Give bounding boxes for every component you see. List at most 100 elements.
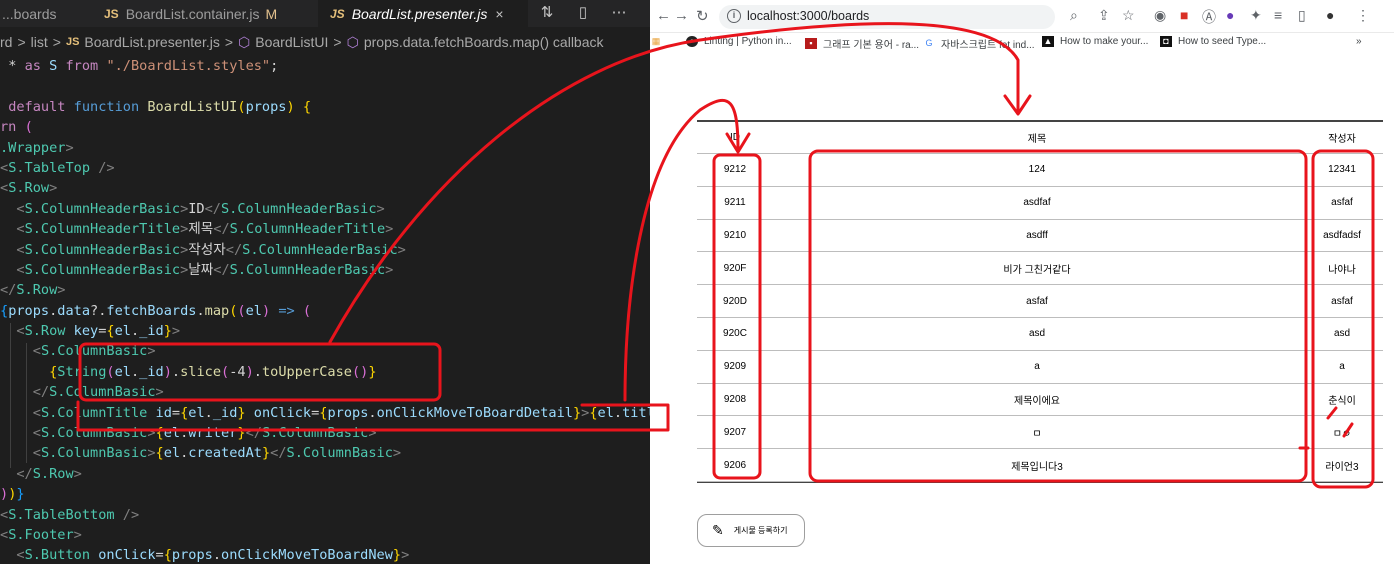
row-title[interactable]: asd — [773, 318, 1301, 350]
row-id: 9207 — [723, 426, 747, 438]
bookmark-item[interactable]: ◘ How to seed Type... — [1160, 36, 1266, 47]
code-line: <S.ColumnBasic>{el.createdAt}</S.ColumnB… — [32, 445, 402, 462]
browser-menu-icon[interactable]: ⋮ — [1356, 7, 1370, 24]
js-file-icon: JS — [330, 6, 345, 21]
row-title[interactable]: 제목입니다3 — [773, 449, 1301, 481]
address-bar[interactable]: i localhost:3000/boards — [719, 5, 1055, 29]
row-id: 920C — [723, 328, 747, 340]
table-row: 9208 제목이에요 춘식이 — [697, 384, 1383, 417]
row-title[interactable]: asdff — [773, 220, 1301, 252]
bookmark-item[interactable]: G 자바스크립트 fet ind... — [923, 36, 1034, 51]
row-title[interactable]: 124 — [773, 154, 1301, 186]
code-line: <S.ColumnTitle id={el._id} onClick={prop… — [32, 404, 650, 421]
row-id: 9211 — [724, 197, 746, 209]
row-writer: 라이언3 — [1325, 461, 1359, 473]
back-icon[interactable]: ← — [656, 7, 671, 24]
tab-boards[interactable]: ...boards — [0, 0, 92, 27]
table-header-row: ID 제목 작성자 — [697, 120, 1383, 154]
bookmark-item[interactable]: ▪ 그래프 기본 용어 - ra... — [805, 36, 919, 51]
code-line: </S.Row> — [16, 465, 82, 482]
bookmark-item[interactable]: ▲ How to make your... — [1042, 36, 1148, 47]
breadcrumb-separator: > — [333, 34, 342, 50]
extension-red-icon[interactable]: ■ — [1180, 7, 1188, 23]
tab-boardlist-container[interactable]: JS BoardList.container.js M — [94, 0, 316, 27]
breadcrumb-symbol[interactable]: BoardListUI — [255, 34, 328, 50]
more-actions-icon[interactable]: ⋯ — [608, 2, 630, 24]
table-row: 9207 ㅁ ㅁㅇ — [697, 416, 1383, 450]
code-line: </S.Row> — [0, 282, 66, 299]
site-info-icon[interactable]: i — [727, 9, 741, 23]
code-line: <S.Button onClick={props.onClickMoveToBo… — [16, 547, 410, 564]
code-view[interactable]: * as S from "./BoardList.styles"; defaul… — [0, 56, 650, 564]
code-line: <S.Row> — [0, 180, 58, 197]
breadcrumb-separator: > — [224, 34, 234, 50]
row-id: 9212 — [723, 164, 747, 176]
column-header-id: ID — [730, 132, 740, 143]
breadcrumb-folder[interactable]: list — [31, 34, 48, 50]
table-row: 9206 제목입니다3 라이언3 — [697, 449, 1383, 482]
table-row: 9210 asdff asdfadsf — [697, 220, 1383, 253]
code-line: ))} — [0, 486, 25, 503]
write-post-button[interactable]: ✎ 게시물 등록하기 — [697, 514, 805, 547]
split-editor-icon[interactable]: ▯ — [572, 2, 594, 24]
reload-icon[interactable]: ↻ — [696, 7, 709, 25]
close-tab-icon[interactable]: × — [495, 6, 503, 22]
reading-list-icon[interactable]: ≡ — [1274, 7, 1282, 23]
code-line: * as S from "./BoardList.styles"; — [8, 58, 279, 74]
tab-boardlist-presenter[interactable]: JS BoardList.presenter.js × — [318, 0, 528, 27]
code-line: <S.Footer> — [0, 526, 82, 543]
modified-indicator: M — [265, 5, 278, 22]
apps-icon[interactable]: ▦ — [650, 36, 668, 47]
write-post-label: 게시물 등록하기 — [733, 526, 788, 535]
source-control-icon[interactable]: ⇅ — [536, 2, 558, 24]
code-line: rn ( — [0, 119, 33, 136]
row-title[interactable]: 비가 그친거같다 — [773, 252, 1301, 284]
code-line: <S.Row key={el._id}> — [16, 323, 181, 340]
row-writer: asfaf — [1331, 295, 1353, 307]
breadcrumb-folder[interactable]: rd — [0, 34, 12, 50]
row-writer: asfaf — [1331, 197, 1353, 209]
row-id: 9209 — [723, 361, 747, 373]
column-header-title: 제목 — [1027, 134, 1047, 145]
code-editor: ...boards JS BoardList.container.js M JS… — [0, 0, 650, 564]
forward-icon[interactable]: → — [674, 7, 689, 24]
side-panel-icon[interactable]: ▯ — [1298, 7, 1306, 24]
browser-toolbar: ← → ↻ i localhost:3000/boards ⌕ ⇪ ☆ ◉ ■ … — [650, 0, 1394, 33]
camera-icon[interactable]: ◉ — [1154, 7, 1166, 24]
bookmarks-bar: ▦ ◓ Linting | Python in... ▪ 그래프 기본 용어 - r… — [650, 33, 1394, 51]
row-title[interactable]: a — [773, 351, 1301, 383]
row-id: 9208 — [723, 393, 747, 405]
browser-window: ← → ↻ i localhost:3000/boards ⌕ ⇪ ☆ ◉ ■ … — [650, 0, 1394, 564]
bookmark-star-icon[interactable]: ☆ — [1122, 7, 1135, 24]
editor-tab-bar: ...boards JS BoardList.container.js M JS… — [0, 0, 650, 27]
row-id: 9210 — [723, 229, 747, 241]
zoom-icon[interactable]: ⌕ — [1070, 7, 1078, 24]
row-writer: 12341 — [1328, 164, 1356, 176]
code-line: <S.ColumnHeaderBasic>날짜</S.ColumnHeaderB… — [16, 261, 394, 278]
code-line: <S.TableTop /> — [0, 159, 115, 176]
code-line: .Wrapper> — [0, 139, 74, 156]
symbol-method-icon: ⬡ — [238, 33, 251, 50]
code-line: default function BoardListUI(props) { — [8, 98, 312, 115]
pencil-icon: ✎ — [712, 522, 724, 538]
board-table: ID 제목 작성자 9212 124 12341 9211 asdfaf asfaf 921… — [697, 120, 1383, 484]
translate-icon[interactable]: Ⓐ — [1202, 7, 1216, 27]
code-line: <S.ColumnHeaderTitle>제목</S.ColumnHeaderT… — [16, 221, 394, 238]
row-title[interactable]: 제목이에요 — [773, 384, 1301, 416]
row-title[interactable]: ㅁ — [773, 416, 1301, 448]
breadcrumb-symbol[interactable]: props.data.fetchBoards.map() callback — [364, 34, 604, 50]
more-bookmarks-icon[interactable]: » — [1356, 36, 1362, 47]
table-body: 9212 124 12341 9211 asdfaf asfaf 9210 asdff asdf… — [697, 154, 1383, 482]
row-title[interactable]: asfaf — [773, 285, 1301, 317]
row-writer: asd — [1333, 328, 1351, 340]
breadcrumb-separator: > — [17, 34, 26, 50]
extension-badge-icon[interactable]: ● — [1226, 7, 1234, 23]
share-icon[interactable]: ⇪ — [1098, 7, 1110, 24]
code-line: {props.data?.fetchBoards.map((el) => ( — [0, 302, 312, 319]
extensions-puzzle-icon[interactable]: ✦ — [1250, 7, 1262, 24]
profile-avatar-icon[interactable]: ● — [1326, 7, 1334, 23]
breadcrumb-file[interactable]: BoardList.presenter.js — [84, 34, 219, 50]
bookmark-item[interactable]: ◓ Linting | Python in... — [686, 36, 792, 47]
row-title[interactable]: asdfaf — [773, 187, 1301, 219]
